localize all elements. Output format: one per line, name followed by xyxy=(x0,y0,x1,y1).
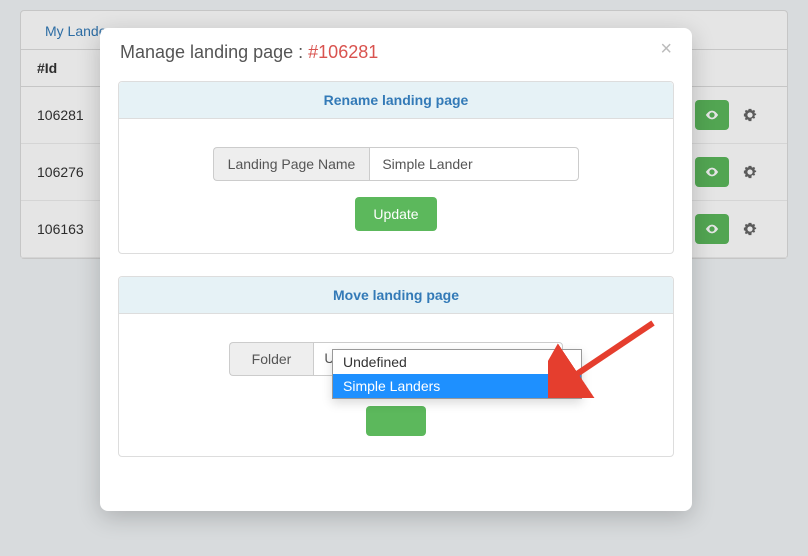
rename-card-body: Landing Page Name Update xyxy=(119,119,673,253)
close-button[interactable]: × xyxy=(654,38,678,60)
folder-option-simple-landers[interactable]: Simple Landers xyxy=(333,374,581,398)
rename-card-header: Rename landing page xyxy=(119,82,673,119)
modal-title-prefix: Manage landing page : xyxy=(120,42,308,62)
folder-input-addon: Folder xyxy=(229,342,314,376)
modal-header: Manage landing page : #106281 xyxy=(100,28,692,75)
folder-option-undefined[interactable]: Undefined xyxy=(333,350,581,374)
folder-dropdown: Undefined Simple Landers xyxy=(332,349,582,399)
landing-page-name-input[interactable] xyxy=(369,147,579,181)
move-card-body: Folder Undefined ▾ Undefined Simple Land… xyxy=(119,314,673,456)
modal-title-id: #106281 xyxy=(308,42,378,62)
modal-body: Rename landing page Landing Page Name Up… xyxy=(100,75,692,511)
move-card-header: Move landing page xyxy=(119,277,673,314)
manage-landing-page-modal: × Manage landing page : #106281 Rename l… xyxy=(100,28,692,511)
name-input-group: Landing Page Name xyxy=(213,147,580,181)
name-input-addon: Landing Page Name xyxy=(213,147,370,181)
rename-card: Rename landing page Landing Page Name Up… xyxy=(118,81,674,254)
move-submit-button[interactable] xyxy=(366,406,426,436)
modal-title: Manage landing page : #106281 xyxy=(120,42,378,62)
update-button[interactable]: Update xyxy=(355,197,436,231)
move-card: Move landing page Folder Undefined ▾ Und… xyxy=(118,276,674,457)
